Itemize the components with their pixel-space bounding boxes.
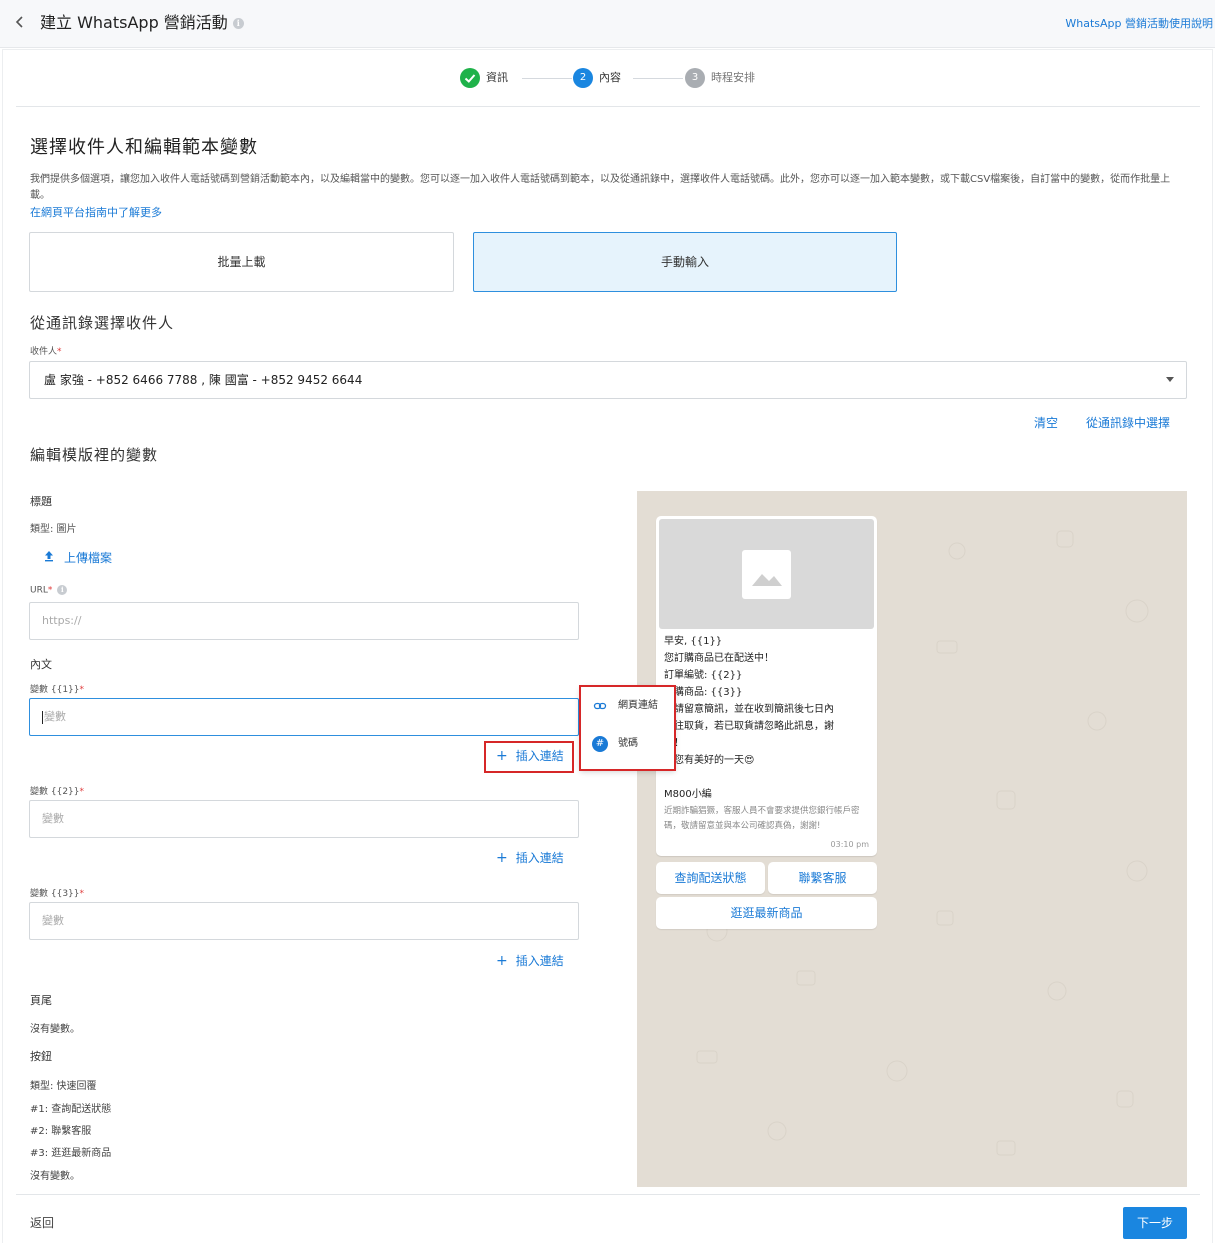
recipient-select[interactable]: 盧 家強 - +852 6466 7788 , 陳 國富 - +852 9452… bbox=[29, 361, 1187, 399]
divider bbox=[16, 1194, 1200, 1195]
recipient-value: 盧 家強 - +852 6466 7788 , 陳 國富 - +852 9452… bbox=[44, 373, 363, 387]
preview-track-button: 查詢配送狀態 bbox=[656, 862, 765, 894]
bulk-upload-button[interactable]: 批量上載 bbox=[29, 232, 454, 292]
manual-input-button[interactable]: 手動輸入 bbox=[473, 232, 897, 292]
help-link[interactable]: WhatsApp 營銷活動使用說明 bbox=[1065, 15, 1213, 31]
page-title: 建立 WhatsApp 營銷活動 i bbox=[40, 12, 244, 34]
header-label: 標題 bbox=[30, 495, 52, 508]
required-mark: * bbox=[47, 585, 53, 596]
contacts-title: 從通訊錄選擇收件人 bbox=[30, 314, 175, 332]
step-number: 3 bbox=[685, 68, 705, 88]
message-line: 敬請留意簡訊，並在收到簡訊後七日內 bbox=[664, 704, 834, 715]
message-preview: 早安, {{1}} 您訂購商品已在配送中！ 訂單編號: {{2}} 訂購商品: … bbox=[637, 491, 1187, 1187]
step-label: 資訊 bbox=[486, 71, 508, 84]
insert-link-label: 插入連結 bbox=[515, 954, 564, 968]
image-placeholder bbox=[659, 519, 874, 629]
var2-input[interactable]: 變數 bbox=[29, 800, 579, 838]
highlight-box bbox=[484, 741, 574, 773]
buttons-label: 按鈕 bbox=[30, 1050, 52, 1063]
preview-shop-button: 逛逛最新商品 bbox=[656, 897, 877, 929]
step-connector bbox=[633, 78, 683, 79]
var2-label-text: 變數 {{2}} bbox=[30, 787, 80, 797]
insert-link-button-3[interactable]: + 插入連結 bbox=[496, 952, 564, 969]
back-button[interactable]: 返回 bbox=[30, 1212, 80, 1234]
highlight-box bbox=[579, 685, 676, 771]
body-label: 內文 bbox=[30, 658, 52, 671]
image-icon bbox=[742, 550, 791, 599]
back-chevron-icon[interactable] bbox=[12, 12, 28, 32]
var1-placeholder: 變數 bbox=[44, 710, 66, 723]
required-mark: * bbox=[57, 347, 62, 357]
preview-contact-button: 聯繫客服 bbox=[768, 862, 877, 894]
check-icon bbox=[460, 68, 480, 88]
message-line: 祝您有美好的一天😍 bbox=[664, 755, 755, 766]
var3-input[interactable]: 變數 bbox=[29, 902, 579, 940]
learn-more-link[interactable]: 在網頁平台指南中了解更多 bbox=[30, 204, 162, 220]
recipient-label: 收件人* bbox=[30, 344, 62, 357]
text-caret bbox=[42, 710, 43, 724]
required-mark: * bbox=[79, 787, 85, 797]
top-header: 建立 WhatsApp 營銷活動 i WhatsApp 營銷活動使用說明 bbox=[0, 0, 1215, 48]
variables-title: 編輯模版裡的變數 bbox=[30, 446, 159, 464]
url-label: URL* i bbox=[30, 585, 68, 596]
header-type: 類型: 圖片 bbox=[30, 524, 77, 535]
info-icon[interactable]: i bbox=[57, 585, 68, 595]
section-description: 我們提供多個選項，讓您加入收件人電話號碼到營銷活動範本內，以及編輯當中的變數。您… bbox=[30, 174, 1171, 201]
var1-label-text: 變數 {{1}} bbox=[30, 685, 80, 695]
clear-link[interactable]: 清空 bbox=[1034, 414, 1058, 431]
var1-input[interactable]: 變數 bbox=[29, 698, 579, 736]
choose-contacts-link[interactable]: 從通訊錄中選擇 bbox=[1086, 414, 1170, 431]
button-item: #1: 查詢配送狀態 bbox=[30, 1104, 112, 1115]
required-mark: * bbox=[79, 685, 85, 695]
step-number: 2 bbox=[573, 68, 593, 88]
section-title: 選擇收件人和編輯範本變數 bbox=[30, 137, 258, 158]
step-label: 內容 bbox=[599, 71, 621, 84]
var2-label: 變數 {{2}}* bbox=[30, 784, 84, 797]
divider bbox=[16, 106, 1200, 107]
footer-note: 近期詐騙猖獗，客服人員不會要求提供您銀行帳戶密碼，敬請留意並與本公司確認真偽，謝… bbox=[664, 806, 860, 831]
url-label-text: URL bbox=[30, 585, 48, 596]
message-line: 早安, {{1}} bbox=[664, 636, 723, 647]
upload-icon bbox=[44, 550, 54, 565]
message-line: 您訂購商品已在配送中！ bbox=[664, 653, 774, 664]
message-bubble: 早安, {{1}} 您訂購商品已在配送中！ 訂單編號: {{2}} 訂購商品: … bbox=[656, 516, 877, 856]
message-line: 訂單編號: {{2}} bbox=[664, 670, 743, 681]
info-icon[interactable]: i bbox=[232, 18, 244, 29]
url-input[interactable]: https:// bbox=[29, 602, 579, 640]
next-button[interactable]: 下一步 bbox=[1123, 1207, 1187, 1239]
var1-label: 變數 {{1}}* bbox=[30, 682, 84, 695]
step-connector bbox=[522, 78, 572, 79]
step-label: 時程安排 bbox=[711, 71, 755, 84]
sender-name: M800小編 bbox=[664, 789, 712, 800]
button-item: #3: 逛逛最新商品 bbox=[30, 1148, 112, 1159]
page-title-text: 建立 WhatsApp 營銷活動 bbox=[40, 13, 228, 32]
insert-link-button-2[interactable]: + 插入連結 bbox=[496, 849, 564, 866]
var3-label: 變數 {{3}}* bbox=[30, 886, 84, 899]
buttons-value: 沒有變數。 bbox=[30, 1171, 80, 1182]
plus-icon: + bbox=[496, 953, 508, 969]
button-item: #2: 聯繫客服 bbox=[30, 1126, 92, 1137]
message-time: 03:10 pm bbox=[830, 840, 869, 849]
insert-link-label: 插入連結 bbox=[515, 851, 564, 865]
upload-label: 上傳檔案 bbox=[64, 551, 113, 565]
var3-label-text: 變數 {{3}} bbox=[30, 889, 80, 899]
required-mark: * bbox=[79, 889, 85, 899]
upload-file-link[interactable]: 上傳檔案 bbox=[44, 549, 112, 566]
caret-down-icon[interactable] bbox=[1166, 377, 1174, 382]
footer-value: 沒有變數。 bbox=[30, 1024, 80, 1035]
buttons-type: 類型: 快速回覆 bbox=[30, 1081, 97, 1092]
recipient-label-text: 收件人 bbox=[30, 347, 58, 357]
plus-icon: + bbox=[496, 850, 508, 866]
footer-label: 頁尾 bbox=[30, 994, 52, 1007]
message-line: 前往取貨，若已取貨請忽略此訊息，謝 bbox=[664, 721, 834, 732]
